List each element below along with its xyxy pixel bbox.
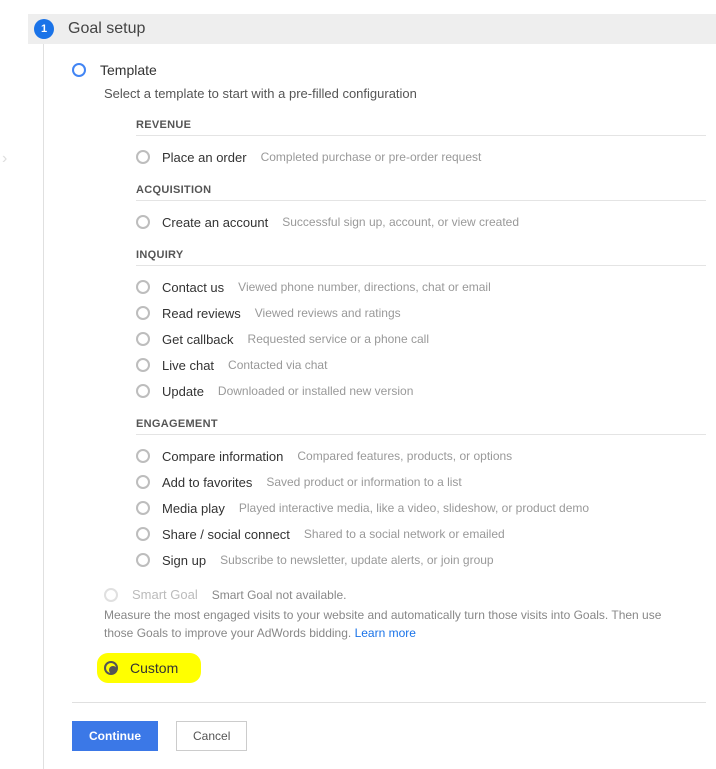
option-compare-information[interactable]: Compare information Compared features, p… (136, 443, 706, 469)
option-desc: Subscribe to newsletter, update alerts, … (220, 553, 494, 567)
group-title: REVENUE (136, 119, 706, 136)
radio-icon[interactable] (72, 63, 86, 77)
option-media-play[interactable]: Media play Played interactive media, lik… (136, 495, 706, 521)
option-desc: Shared to a social network or emailed (304, 527, 505, 541)
radio-icon[interactable] (136, 475, 150, 489)
radio-icon[interactable] (136, 449, 150, 463)
option-create-an-account[interactable]: Create an account Successful sign up, ac… (136, 209, 706, 235)
chevron-right-icon: › (2, 150, 7, 168)
group-title: ACQUISITION (136, 184, 706, 201)
continue-button[interactable]: Continue (72, 721, 158, 751)
step-number-badge: 1 (34, 19, 54, 39)
option-label: Place an order (162, 150, 247, 165)
option-desc: Compared features, products, or options (297, 449, 512, 463)
radio-icon[interactable] (104, 661, 118, 675)
option-desc: Saved product or information to a list (266, 475, 461, 489)
option-update[interactable]: Update Downloaded or installed new versi… (136, 378, 706, 404)
divider (72, 702, 706, 703)
option-label: Live chat (162, 358, 214, 373)
option-desc: Played interactive media, like a video, … (239, 501, 589, 515)
radio-icon[interactable] (136, 280, 150, 294)
option-desc: Contacted via chat (228, 358, 327, 372)
option-custom[interactable]: Custom (100, 656, 198, 680)
option-desc: Downloaded or installed new version (218, 384, 413, 398)
option-label: Compare information (162, 449, 283, 464)
option-read-reviews[interactable]: Read reviews Viewed reviews and ratings (136, 300, 706, 326)
group-title: INQUIRY (136, 249, 706, 266)
radio-icon[interactable] (136, 358, 150, 372)
option-template[interactable]: Template (72, 62, 706, 78)
smart-goal-status: Smart Goal not available. (212, 588, 347, 602)
group-title: ENGAGEMENT (136, 418, 706, 435)
template-help-text: Select a template to start with a pre-fi… (104, 86, 706, 101)
option-label: Get callback (162, 332, 234, 347)
radio-icon[interactable] (136, 384, 150, 398)
option-label: Share / social connect (162, 527, 290, 542)
option-desc: Successful sign up, account, or view cre… (282, 215, 519, 229)
option-label: Read reviews (162, 306, 241, 321)
option-label: Update (162, 384, 204, 399)
learn-more-link[interactable]: Learn more (355, 626, 416, 640)
option-custom-label: Custom (130, 660, 178, 676)
radio-icon (104, 588, 118, 602)
radio-icon[interactable] (136, 527, 150, 541)
option-template-label: Template (100, 62, 157, 78)
option-live-chat[interactable]: Live chat Contacted via chat (136, 352, 706, 378)
option-sign-up[interactable]: Sign up Subscribe to newsletter, update … (136, 547, 706, 573)
radio-icon[interactable] (136, 553, 150, 567)
option-place-an-order[interactable]: Place an order Completed purchase or pre… (136, 144, 706, 170)
option-desc: Viewed phone number, directions, chat or… (238, 280, 491, 294)
step-header: 1 Goal setup (28, 14, 716, 44)
option-label: Sign up (162, 553, 206, 568)
smart-goal-label: Smart Goal (132, 587, 198, 602)
step-title: Goal setup (68, 20, 145, 38)
group-acquisition: ACQUISITION Create an account Successful… (136, 184, 706, 235)
option-desc: Completed purchase or pre-order request (261, 150, 482, 164)
radio-icon[interactable] (136, 501, 150, 515)
radio-icon[interactable] (136, 332, 150, 346)
option-contact-us[interactable]: Contact us Viewed phone number, directio… (136, 274, 706, 300)
step-body: Template Select a template to start with… (43, 44, 716, 769)
button-row: Continue Cancel (72, 721, 706, 751)
group-revenue: REVENUE Place an order Completed purchas… (136, 119, 706, 170)
option-share-social-connect[interactable]: Share / social connect Shared to a socia… (136, 521, 706, 547)
smart-goal-desc: Measure the most engaged visits to your … (104, 606, 684, 642)
radio-icon[interactable] (136, 215, 150, 229)
option-smart-goal: Smart Goal Smart Goal not available. Mea… (104, 587, 706, 642)
option-get-callback[interactable]: Get callback Requested service or a phon… (136, 326, 706, 352)
option-desc: Requested service or a phone call (248, 332, 429, 346)
option-label: Contact us (162, 280, 224, 295)
group-engagement: ENGAGEMENT Compare information Compared … (136, 418, 706, 573)
cancel-button[interactable]: Cancel (176, 721, 247, 751)
group-inquiry: INQUIRY Contact us Viewed phone number, … (136, 249, 706, 404)
option-label: Add to favorites (162, 475, 252, 490)
option-add-to-favorites[interactable]: Add to favorites Saved product or inform… (136, 469, 706, 495)
radio-icon[interactable] (136, 150, 150, 164)
option-desc: Viewed reviews and ratings (255, 306, 401, 320)
radio-icon[interactable] (136, 306, 150, 320)
option-label: Create an account (162, 215, 268, 230)
option-label: Media play (162, 501, 225, 516)
